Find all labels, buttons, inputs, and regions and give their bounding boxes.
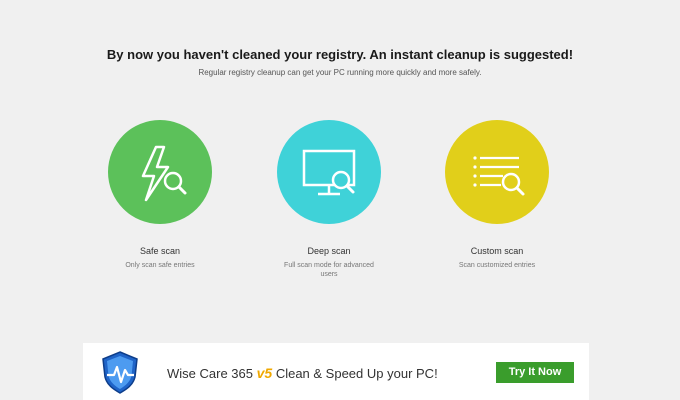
try-it-now-button[interactable]: Try It Now [496,362,574,383]
shield-pulse-icon [102,351,138,394]
product-version: v5 [256,365,273,381]
deep-scan-description: Full scan mode for advanced users [284,262,374,278]
product-name: Wise Care 365 [167,366,253,381]
custom-scan-circle[interactable] [445,120,549,224]
list-magnifier-icon [473,156,525,196]
custom-scan-description: Scan customized entries [458,262,536,269]
custom-scan-title: Custom scan [470,246,524,256]
headline: By now you haven't cleaned your registry… [106,47,574,62]
safe-scan-title: Safe scan [139,246,181,256]
deep-scan-option[interactable]: Deep scan Full scan mode for advanced us… [249,120,409,279]
promo-tagline: Clean & Speed Up your PC! [275,366,438,381]
safe-scan-description: Only scan safe entries [125,262,195,269]
safe-scan-circle[interactable] [108,120,212,224]
promo-text: Wise Care 365 v5 Clean & Speed Up your P… [167,365,438,381]
lightning-magnifier-icon [141,145,187,202]
promo-banner[interactable]: Wise Care 365 v5 Clean & Speed Up your P… [83,343,589,400]
deep-scan-title: Deep scan [307,246,351,256]
deep-scan-circle[interactable] [277,120,381,224]
subline: Regular registry cleanup can get your PC… [198,68,482,77]
safe-scan-option[interactable]: Safe scan Only scan safe entries [80,120,240,270]
monitor-magnifier-icon [302,149,356,196]
custom-scan-option[interactable]: Custom scan Scan customized entries [417,120,577,270]
